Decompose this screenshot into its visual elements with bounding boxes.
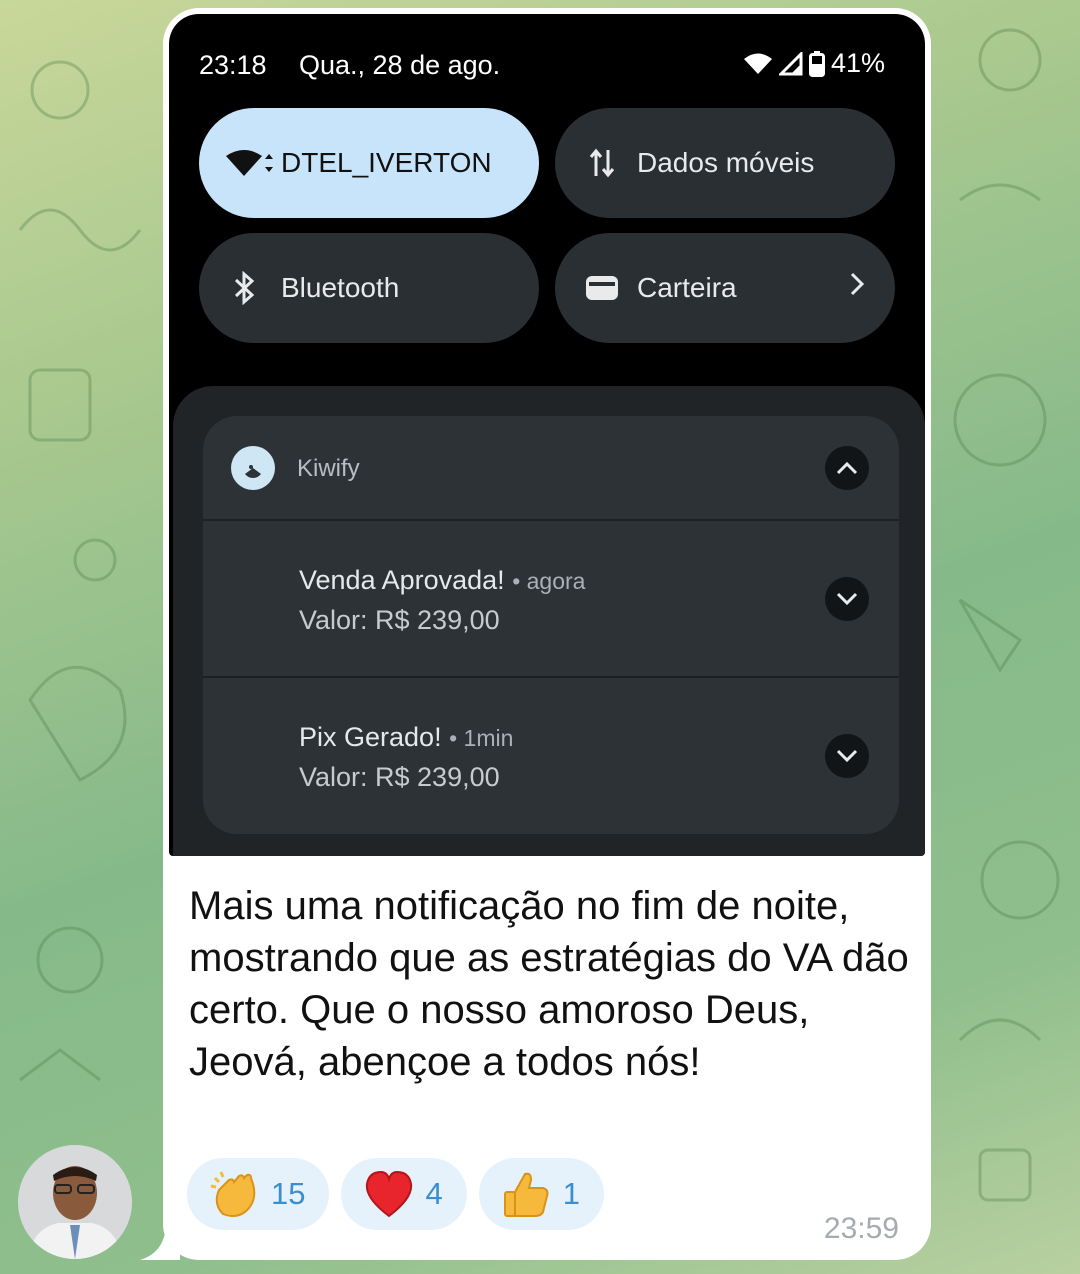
wallet-icon (586, 276, 618, 300)
app-name: Kiwify (297, 455, 360, 482)
signal-icon (778, 51, 803, 75)
status-time: 23:18 (199, 50, 267, 80)
reaction-count: 4 (425, 1176, 443, 1211)
expand-notification-button[interactable] (825, 577, 869, 621)
tile-wallet[interactable]: Carteira (555, 233, 895, 343)
avatar[interactable] (18, 1145, 132, 1259)
mobile-data-icon (589, 148, 615, 178)
chevron-up-icon (836, 461, 858, 475)
chevron-down-icon (836, 749, 858, 763)
kiwify-app-icon (231, 446, 275, 490)
notification-group-header[interactable]: Kiwify (203, 416, 899, 520)
collapse-group-button[interactable] (825, 446, 869, 490)
status-bar: 23:18 Qua., 28 de ago. 41% (169, 44, 925, 84)
notification-group[interactable]: Kiwify Venda Aprovada! • agora Valor: R$… (203, 416, 899, 834)
expand-notification-button[interactable] (825, 734, 869, 778)
status-date: Qua., 28 de ago. (299, 50, 501, 80)
chevron-right-icon (850, 272, 865, 296)
red-heart-emoji (363, 1168, 415, 1220)
notification-panel: Kiwify Venda Aprovada! • agora Valor: R$… (173, 386, 925, 856)
reaction-clap[interactable]: 15 (187, 1158, 330, 1230)
chevron-down-icon (836, 592, 858, 606)
clapping-hands-emoji (209, 1168, 261, 1220)
bluetooth-icon (234, 271, 255, 305)
tile-mobile-data-label: Dados móveis (637, 147, 815, 178)
wifi-icon (743, 53, 772, 74)
tile-bluetooth[interactable]: Bluetooth (199, 233, 539, 343)
message-text: Mais uma notificação no fim de noite, mo… (189, 884, 909, 1084)
notification-time: • agora (512, 568, 586, 594)
message-timestamp: 23:59 (823, 1212, 899, 1245)
notification-body: Valor: R$ 239,00 (299, 762, 500, 792)
tile-mobile-data[interactable]: Dados móveis (555, 108, 895, 218)
tile-bluetooth-label: Bluetooth (281, 272, 400, 303)
tile-wifi-label: DTEL_IVERTON (281, 147, 492, 178)
reaction-count: 1 (562, 1176, 580, 1211)
notification-title: Pix Gerado! (299, 722, 442, 752)
tile-wallet-label: Carteira (637, 272, 737, 303)
reaction-heart[interactable]: 4 (341, 1158, 467, 1230)
notification-item[interactable]: Pix Gerado! • 1min Valor: R$ 239,00 (203, 678, 899, 834)
battery-percent: 41% (830, 48, 885, 78)
battery-icon (808, 50, 825, 77)
wifi-icon (226, 150, 273, 176)
reaction-thumbs-up[interactable]: 1 (478, 1158, 604, 1230)
notification-item[interactable]: Venda Aprovada! • agora Valor: R$ 239,00 (203, 521, 899, 677)
message-bubble[interactable]: 23:18 Qua., 28 de ago. 41% DTEL_IVERTON … (163, 8, 931, 1260)
reaction-count: 15 (271, 1176, 306, 1211)
reactions-bar: 15 4 1 (187, 1158, 604, 1230)
status-icons: 41% (743, 48, 885, 79)
tile-wifi[interactable]: DTEL_IVERTON (199, 108, 539, 218)
notification-time: • 1min (449, 725, 514, 751)
thumbs-up-emoji (501, 1168, 553, 1220)
notification-screenshot[interactable]: 23:18 Qua., 28 de ago. 41% DTEL_IVERTON … (169, 14, 925, 856)
notification-body: Valor: R$ 239,00 (299, 605, 500, 635)
notification-title: Venda Aprovada! (299, 565, 505, 595)
